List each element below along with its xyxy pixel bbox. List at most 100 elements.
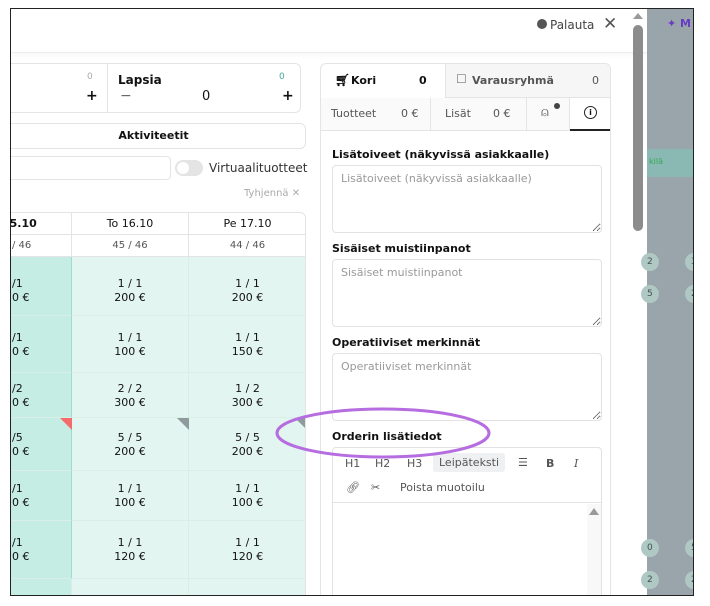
availability-cell[interactable]: 1 / 1 100 €	[72, 471, 189, 521]
subtab-lisat[interactable]: Lisät 0 €	[431, 98, 527, 130]
window: Palauta ✕ 0 + Lapsia 0 − 0 + Aktiviteeti…	[10, 8, 694, 596]
sparkle-icon: ✦ M	[667, 17, 691, 30]
tab-varausryhma[interactable]: ☐ Varausryhmä 0	[445, 64, 610, 98]
quantity: /1	[12, 277, 23, 290]
bold-button[interactable]: B	[546, 457, 554, 470]
background-pill: 5	[641, 285, 659, 303]
guest-counters: 0 + Lapsia 0 − 0 +	[11, 63, 301, 113]
availability-cell[interactable]: 1 / 1 200 €	[189, 257, 305, 316]
virtual-toggle[interactable]	[175, 160, 203, 176]
price: 150 €	[231, 344, 264, 358]
reset-button[interactable]: Palauta	[537, 18, 594, 32]
day-capacity: 44 / 46	[189, 235, 305, 257]
bookmark-icon: ☐	[456, 72, 467, 86]
quantity: 1 / 2	[235, 381, 260, 395]
clear-format-button[interactable]: Poista muotoilu	[400, 481, 485, 494]
subtabs: Tuotteet 0 € Lisät 0 € ⍝ i	[321, 98, 610, 131]
background-pill: 20	[685, 285, 693, 303]
booking-panel: Palauta ✕ 0 + Lapsia 0 − 0 + Aktiviteeti…	[11, 9, 647, 595]
price: 100 €	[114, 344, 146, 358]
alert-badge-icon	[554, 103, 560, 109]
quantity: /2	[12, 381, 23, 395]
quantity: 2 / 2	[117, 381, 143, 395]
adults-check: 0	[87, 72, 93, 82]
price: 0 €	[12, 291, 30, 304]
availability-cell[interactable]: 5 / 5 200 €	[72, 418, 189, 471]
day-capacity: / 46	[11, 235, 72, 257]
extra-wishes-textarea[interactable]	[332, 165, 602, 233]
children-plus-button[interactable]: +	[282, 88, 294, 104]
availability-cell[interactable]: /1 0 €	[11, 316, 72, 373]
quantity: 1 / 1	[117, 277, 143, 290]
calendar-grid: 15.10/ 46To 16.1045 / 46Pe 17.1044 / 46 /…	[11, 212, 306, 595]
customer-tab[interactable]: ⍝	[527, 98, 570, 130]
children-value: 0	[202, 89, 211, 104]
background-cell: kilä	[647, 149, 693, 177]
price: 300 €	[114, 395, 146, 409]
availability-cell[interactable]	[11, 579, 72, 595]
scroll-up-icon[interactable]	[633, 13, 643, 19]
quantity: 1 / 1	[235, 536, 260, 549]
price: 100 €	[114, 496, 146, 509]
availability-cell[interactable]: 1 / 1 100 €	[72, 316, 189, 373]
tab-kori[interactable]: 🛒︎ Kori 0	[321, 64, 427, 98]
availability-cell[interactable]	[72, 579, 189, 595]
children-check: 0	[279, 72, 285, 82]
availability-cell[interactable]: /1 0 €	[11, 257, 72, 316]
activities-button[interactable]: Aktiviteetit	[11, 123, 306, 149]
link-icon[interactable]: 🔗︎	[346, 481, 360, 494]
note-indicator-icon[interactable]	[60, 418, 72, 430]
cart-card: 🛒︎ Kori 0 ☐ Varausryhmä 0 Tuotteet 0 € Li…	[320, 63, 611, 595]
availability-cell[interactable]: 1 / 1 200 €	[72, 257, 189, 316]
quantity: /1	[12, 536, 23, 549]
field-label-internal: Sisäiset muistiinpanot	[332, 242, 471, 255]
availability-cell[interactable]: 1 / 1 120 €	[72, 521, 189, 579]
price: 0 €	[12, 550, 30, 563]
availability-cell[interactable]: /1 0 €	[11, 471, 72, 521]
search-input[interactable]	[11, 156, 171, 180]
availability-cell[interactable]	[189, 579, 305, 595]
clear-button[interactable]: Tyhjennä ✕	[244, 188, 300, 199]
day-header: 15.10	[11, 213, 72, 235]
availability-cell[interactable]: 2 / 2 300 €	[72, 373, 189, 418]
field-label-operational: Operatiiviset merkinnät	[332, 336, 481, 349]
rich-text-editor: H1 H2 H3 Leipäteksti ☰ B I 🔗︎ ✂ Poista m…	[332, 447, 602, 595]
note-indicator-icon[interactable]	[177, 418, 189, 430]
quantity: 1 / 1	[117, 482, 143, 495]
price: 120 €	[114, 550, 146, 563]
availability-cell[interactable]: 1 / 1 100 €	[189, 471, 305, 521]
quantity: 1 / 1	[235, 277, 260, 290]
quantity: /1	[12, 482, 23, 495]
editor-scrollbar[interactable]	[587, 504, 601, 595]
quantity: 1 / 1	[235, 482, 260, 495]
quantity: 1 / 1	[117, 330, 143, 344]
list-icon[interactable]: ☰	[518, 456, 528, 469]
background-pill: 30	[685, 253, 693, 271]
italic-button[interactable]: I	[574, 457, 578, 470]
availability-cell[interactable]: 1 / 1 150 €	[189, 316, 305, 373]
availability-cell[interactable]: /2 0 €	[11, 373, 72, 418]
quantity: /5	[12, 430, 23, 444]
subtab-tuotteet[interactable]: Tuotteet 0 €	[321, 98, 431, 130]
background-pill: 2	[641, 571, 659, 589]
availability-cell[interactable]: /1 0 €	[11, 521, 72, 579]
quantity: 1 / 1	[235, 330, 260, 344]
panel-scrollbar[interactable]	[633, 25, 643, 231]
info-icon: i	[584, 106, 597, 119]
field-label-extra: Lisätoiveet (näkyvissä asiakkaalle)	[332, 148, 550, 161]
close-icon[interactable]: ✕	[603, 14, 617, 34]
internal-notes-textarea[interactable]	[332, 259, 602, 327]
availability-cell[interactable]: 1 / 1 120 €	[189, 521, 305, 579]
adults-plus-button[interactable]: +	[86, 88, 98, 104]
panel-header: Palauta ✕	[11, 9, 647, 53]
background-page-overlay: ✦ M kilä 2 30 5 20 0 50 2 25	[641, 9, 693, 595]
price: 0 €	[12, 344, 30, 358]
annotation-ellipse	[275, 407, 491, 459]
children-minus-button[interactable]: −	[120, 88, 132, 104]
children-label: Lapsia	[118, 73, 162, 87]
quantity: /1	[12, 330, 23, 344]
background-pill: 0	[641, 539, 659, 557]
info-tab[interactable]: i	[570, 98, 610, 131]
cart-icon: 🛒︎	[335, 73, 351, 87]
unlink-icon[interactable]: ✂	[371, 481, 380, 494]
